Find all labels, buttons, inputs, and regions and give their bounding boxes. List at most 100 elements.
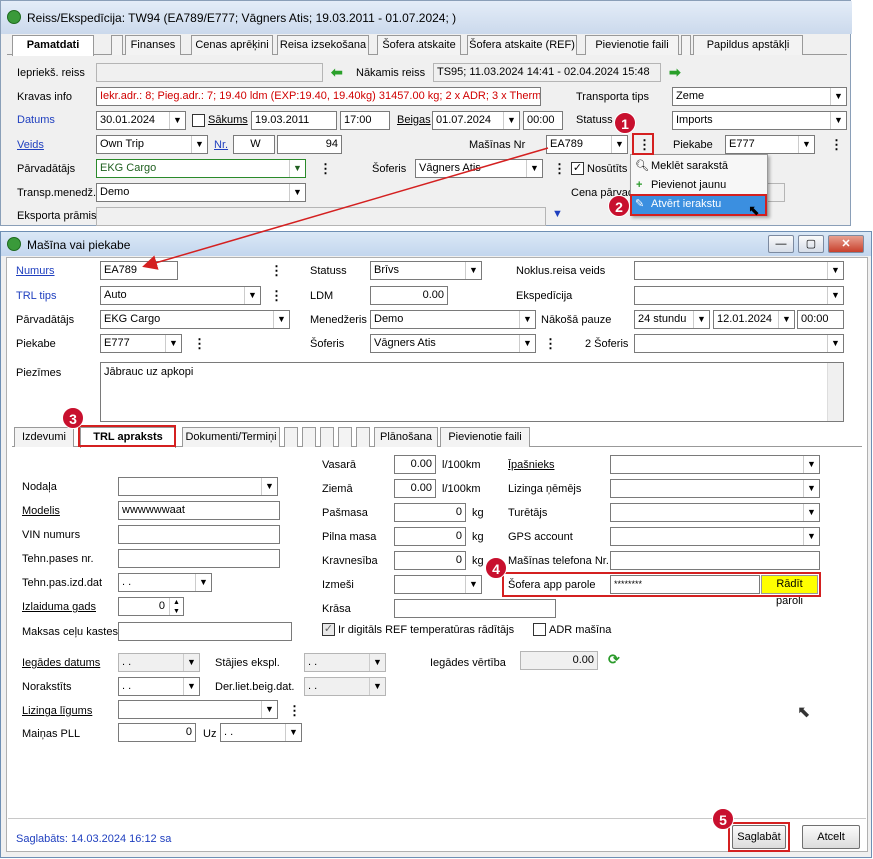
number-field[interactable]: EA789 bbox=[100, 261, 178, 280]
chevron-down-icon[interactable]: ▼ bbox=[803, 528, 819, 545]
pause-time-field[interactable]: 00:00 bbox=[797, 310, 844, 329]
vehicle-nr-select[interactable]: EA789 ▼ bbox=[546, 135, 628, 154]
start-date-field[interactable]: 19.03.2011 bbox=[251, 111, 337, 130]
arrow-left-icon[interactable]: ⬅ bbox=[331, 64, 343, 81]
department-select[interactable]: ▼ bbox=[118, 477, 278, 496]
tab-empty-2[interactable] bbox=[681, 35, 691, 55]
reg-nr-field[interactable] bbox=[118, 549, 280, 568]
road-tax-field[interactable] bbox=[118, 622, 292, 641]
tab-planosana[interactable]: Plānošana bbox=[374, 427, 438, 447]
tab-empty[interactable] bbox=[111, 35, 123, 55]
start-checkbox[interactable] bbox=[192, 114, 205, 127]
end-time-field[interactable]: 00:00 bbox=[523, 111, 563, 130]
lease-more-icon[interactable]: ⋮ bbox=[288, 704, 301, 717]
end-date-field[interactable]: 01.07.2024 ▼ bbox=[432, 111, 520, 130]
entry-exp-field[interactable]: . . ▼ bbox=[304, 653, 386, 672]
driver-select[interactable]: Vāgners Atis ▼ bbox=[415, 159, 543, 178]
nr-label[interactable]: Nr. bbox=[214, 139, 228, 151]
chevron-down-icon[interactable]: ▼ bbox=[830, 112, 846, 129]
stepper-icon[interactable]: ▲ ▼ bbox=[169, 598, 183, 615]
chevron-down-icon[interactable]: ▼ bbox=[827, 287, 843, 304]
tab-cenas[interactable]: Cenas aprēķini bbox=[191, 35, 273, 55]
phone-field[interactable] bbox=[610, 551, 820, 570]
chevron-down-icon[interactable]: ▼ bbox=[778, 311, 794, 328]
refresh-icon[interactable]: ⟳ bbox=[608, 651, 620, 668]
minimize-button[interactable]: — bbox=[768, 235, 794, 253]
manager-select[interactable]: Demo ▼ bbox=[96, 183, 306, 202]
expedition-select[interactable]: ▼ bbox=[634, 286, 844, 305]
model-field[interactable]: wwwwwwaat bbox=[118, 501, 280, 520]
close-button[interactable]: ✕ bbox=[828, 235, 864, 253]
cancel-button[interactable]: Atcelt bbox=[802, 825, 860, 849]
digital-ref-checkbox[interactable]: ✓ bbox=[322, 623, 335, 636]
adr-checkbox[interactable] bbox=[533, 623, 546, 636]
trailer-select-v[interactable]: E777 ▼ bbox=[100, 334, 182, 353]
driver-more-icon-v[interactable]: ⋮ bbox=[544, 337, 557, 350]
chevron-down-icon[interactable]: ▼ bbox=[465, 576, 481, 593]
tab-finanses[interactable]: Finanses bbox=[125, 35, 181, 55]
year-field[interactable]: 0 ▲ ▼ bbox=[118, 597, 184, 616]
lease-contract-select[interactable]: ▼ bbox=[118, 700, 278, 719]
manager-select-v[interactable]: Demo ▼ bbox=[370, 310, 536, 329]
tax-date-field[interactable]: . . ▼ bbox=[304, 677, 386, 696]
tab-blank-2[interactable] bbox=[302, 427, 316, 447]
gps-select[interactable]: ▼ bbox=[610, 527, 820, 546]
chevron-down-icon[interactable]: ▼ bbox=[465, 262, 481, 279]
reg-date-field[interactable]: . . ▼ bbox=[118, 573, 212, 592]
chevron-down-icon[interactable]: ▼ bbox=[503, 112, 519, 129]
own-mass-field[interactable]: 0 bbox=[394, 503, 466, 522]
carrier-more-icon[interactable]: ⋮ bbox=[319, 162, 332, 175]
trailer-more-icon[interactable]: ⋮ bbox=[830, 138, 843, 151]
next-trip-field[interactable]: TS95; 11.03.2024 14:41 - 02.04.2024 15:4… bbox=[433, 63, 661, 82]
tab-reisa-izsekosana[interactable]: Reisa izsekošana bbox=[277, 35, 369, 55]
chevron-down-icon[interactable]: ▼ bbox=[261, 478, 277, 495]
type-select[interactable]: Own Trip ▼ bbox=[96, 135, 208, 154]
tab-sofera-atskaite-ref[interactable]: Šofera atskaite (REF) bbox=[467, 35, 577, 55]
tab-izdevumi[interactable]: Izdevumi bbox=[14, 427, 74, 447]
type-label[interactable]: Veids bbox=[17, 139, 44, 151]
winter-field[interactable]: 0.00 bbox=[394, 479, 436, 498]
chevron-down-icon[interactable]: ▼ bbox=[191, 136, 207, 153]
carrier-select[interactable]: EKG Cargo ▼ bbox=[96, 159, 306, 178]
default-trip-type-select[interactable]: ▼ bbox=[634, 261, 844, 280]
tab-blank-4[interactable] bbox=[338, 427, 352, 447]
driver2-select[interactable]: ▼ bbox=[634, 334, 844, 353]
chevron-down-icon[interactable]: ▼ bbox=[519, 311, 535, 328]
tab-pamatdati[interactable]: Pamatdati bbox=[12, 35, 94, 56]
chevron-down-icon[interactable]: ▼ bbox=[183, 678, 199, 695]
tab-pievienotie-faili-v[interactable]: Pievienotie faili bbox=[440, 427, 530, 447]
chevron-down-icon[interactable]: ▼ bbox=[519, 335, 535, 352]
tab-dokumenti[interactable]: Dokumenti/Termiņi bbox=[182, 427, 280, 447]
number-more-icon[interactable]: ⋮ bbox=[270, 264, 283, 277]
triangle-down-icon[interactable]: ▼ bbox=[552, 208, 563, 220]
writeoff-field[interactable]: . . ▼ bbox=[118, 677, 200, 696]
status-select-v[interactable]: Brīvs ▼ bbox=[370, 261, 482, 280]
number-label[interactable]: Numurs bbox=[16, 265, 55, 277]
tab-sofera-atskaite[interactable]: Šofera atskaite bbox=[377, 35, 461, 55]
chevron-down-icon[interactable]: ▼ bbox=[261, 701, 277, 718]
chevron-down-icon[interactable]: ▼ bbox=[369, 678, 385, 695]
tab-blank-5[interactable] bbox=[356, 427, 370, 447]
chevron-down-icon[interactable]: ▼ bbox=[611, 136, 627, 153]
trl-type-label[interactable]: TRL tips bbox=[16, 290, 57, 302]
status-select[interactable]: Imports ▼ bbox=[672, 111, 847, 130]
nr-prefix-field[interactable]: W bbox=[233, 135, 275, 154]
chevron-down-icon[interactable]: ▼ bbox=[169, 112, 185, 129]
chevron-down-icon[interactable]: ▼ bbox=[526, 160, 542, 177]
chevron-down-icon[interactable]: ▼ bbox=[183, 654, 199, 671]
owner-select[interactable]: ▼ bbox=[610, 455, 820, 474]
dates-label[interactable]: Datums bbox=[17, 114, 55, 126]
cargo-info-field[interactable]: Iekr.adr.: 8; Pieg.adr.: 7; 19.40 ldm (E… bbox=[96, 87, 541, 106]
emissions-select[interactable]: ▼ bbox=[394, 575, 482, 594]
trl-type-select[interactable]: Auto ▼ bbox=[100, 286, 261, 305]
driver-select-v[interactable]: Vāgners Atis ▼ bbox=[370, 334, 536, 353]
uz-date-field[interactable]: . . ▼ bbox=[220, 723, 302, 742]
prev-trip-field[interactable] bbox=[96, 63, 323, 82]
chevron-down-icon[interactable]: ▼ bbox=[827, 262, 843, 279]
tab-blank-1[interactable] bbox=[284, 427, 298, 447]
chevron-down-icon[interactable]: ▼ bbox=[803, 456, 819, 473]
nr-field[interactable]: 94 bbox=[277, 135, 342, 154]
lessee-select[interactable]: ▼ bbox=[610, 479, 820, 498]
pause-interval-select[interactable]: 24 stundu ▼ bbox=[634, 310, 710, 329]
chevron-down-icon[interactable]: ▼ bbox=[289, 160, 305, 177]
